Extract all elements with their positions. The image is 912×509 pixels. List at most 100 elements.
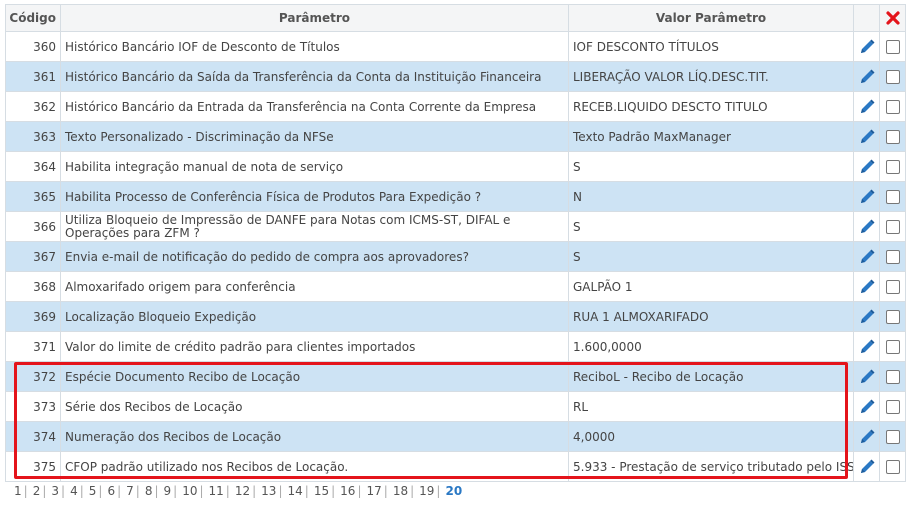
- cell-value: N: [568, 181, 854, 212]
- row-checkbox[interactable]: [885, 159, 900, 174]
- pencil-icon[interactable]: [858, 458, 876, 476]
- cell-edit: [853, 211, 880, 242]
- pencil-icon[interactable]: [858, 308, 876, 326]
- row-checkbox[interactable]: [885, 249, 900, 264]
- column-header-value[interactable]: Valor Parâmetro: [568, 4, 854, 32]
- page-link[interactable]: 15: [314, 484, 329, 498]
- parameters-grid: Código Parâmetro Valor Parâmetro 360 Hist…: [5, 4, 906, 482]
- pencil-icon[interactable]: [858, 218, 876, 236]
- page-link[interactable]: 10: [182, 484, 197, 498]
- page-link[interactable]: 14: [288, 484, 303, 498]
- page-separator: |: [410, 484, 415, 498]
- cell-code: 362: [5, 91, 61, 122]
- table-row[interactable]: 360 Histórico Bancário IOF de Desconto de…: [5, 31, 906, 62]
- cell-code: 375: [5, 451, 61, 482]
- row-checkbox[interactable]: [885, 189, 900, 204]
- column-header-param[interactable]: Parâmetro: [60, 4, 569, 32]
- page-link[interactable]: 20: [445, 484, 462, 498]
- page-link[interactable]: 11: [209, 484, 224, 498]
- cell-value: 1.600,0000: [568, 331, 854, 362]
- pencil-icon[interactable]: [858, 128, 876, 146]
- page-link[interactable]: 4: [70, 484, 78, 498]
- cell-select: [879, 391, 906, 422]
- pencil-icon[interactable]: [858, 248, 876, 266]
- page-link[interactable]: 3: [51, 484, 59, 498]
- pencil-icon[interactable]: [858, 398, 876, 416]
- pencil-icon[interactable]: [858, 98, 876, 116]
- column-header-code[interactable]: Código: [5, 4, 61, 32]
- page-link[interactable]: 13: [261, 484, 276, 498]
- pencil-icon[interactable]: [858, 368, 876, 386]
- table-row[interactable]: 362 Histórico Bancário da Entrada da Tran…: [5, 91, 906, 122]
- table-row[interactable]: 368 Almoxarifado origem para conferência G…: [5, 271, 906, 302]
- page-separator: |: [173, 484, 178, 498]
- page-separator: |: [436, 484, 441, 498]
- page-separator: |: [278, 484, 283, 498]
- row-checkbox[interactable]: [885, 99, 900, 114]
- table-row[interactable]: 364 Habilita integração manual de nota de…: [5, 151, 906, 182]
- cell-value: S: [568, 151, 854, 182]
- pencil-icon[interactable]: [858, 68, 876, 86]
- row-checkbox[interactable]: [885, 279, 900, 294]
- cell-code: 374: [5, 421, 61, 452]
- cell-value: LIBERAÇÃO VALOR LÍQ.DESC.TIT.: [568, 61, 854, 92]
- row-checkbox[interactable]: [885, 129, 900, 144]
- page-separator: |: [23, 484, 28, 498]
- cell-code: 360: [5, 31, 61, 62]
- cell-edit: [853, 391, 880, 422]
- table-row[interactable]: 371 Valor do limite de crédito padrão par…: [5, 331, 906, 362]
- cell-code: 361: [5, 61, 61, 92]
- table-row[interactable]: 369 Localização Bloqueio Expedição RUA 1 A…: [5, 301, 906, 332]
- table-row[interactable]: 372 Espécie Documento Recibo de Locação Re…: [5, 361, 906, 392]
- cell-edit: [853, 181, 880, 212]
- row-checkbox[interactable]: [885, 399, 900, 414]
- page-link[interactable]: 12: [235, 484, 250, 498]
- row-checkbox[interactable]: [885, 219, 900, 234]
- cell-value: ReciboL - Recibo de Locação: [568, 361, 854, 392]
- cell-value: RUA 1 ALMOXARIFADO: [568, 301, 854, 332]
- cell-select: [879, 31, 906, 62]
- row-checkbox[interactable]: [885, 339, 900, 354]
- cell-edit: [853, 301, 880, 332]
- cell-select: [879, 421, 906, 452]
- page-link[interactable]: 9: [164, 484, 172, 498]
- cell-value: RL: [568, 391, 854, 422]
- page-link[interactable]: 19: [419, 484, 434, 498]
- table-row[interactable]: 361 Histórico Bancário da Saída da Transf…: [5, 61, 906, 92]
- page-link[interactable]: 1: [14, 484, 22, 498]
- page-link[interactable]: 7: [126, 484, 134, 498]
- cell-select: [879, 451, 906, 482]
- page-link[interactable]: 17: [366, 484, 381, 498]
- table-row[interactable]: 374 Numeração dos Recibos de Locação 4,000…: [5, 421, 906, 452]
- pencil-icon[interactable]: [858, 428, 876, 446]
- table-row[interactable]: 375 CFOP padrão utilizado nos Recibos de …: [5, 451, 906, 482]
- table-row[interactable]: 367 Envia e-mail de notificação do pedido…: [5, 241, 906, 272]
- row-checkbox[interactable]: [885, 309, 900, 324]
- page-link[interactable]: 16: [340, 484, 355, 498]
- page-link[interactable]: 6: [107, 484, 115, 498]
- cell-code: 364: [5, 151, 61, 182]
- table-row[interactable]: 373 Série dos Recibos de Locação RL: [5, 391, 906, 422]
- page-separator: |: [154, 484, 159, 498]
- page-link[interactable]: 18: [393, 484, 408, 498]
- table-row[interactable]: 365 Habilita Processo de Conferência Físi…: [5, 181, 906, 212]
- cell-select: [879, 91, 906, 122]
- row-checkbox[interactable]: [885, 459, 900, 474]
- pencil-icon[interactable]: [858, 338, 876, 356]
- pencil-icon[interactable]: [858, 188, 876, 206]
- red-x-icon[interactable]: [885, 10, 901, 26]
- pencil-icon[interactable]: [858, 38, 876, 56]
- pencil-icon[interactable]: [858, 158, 876, 176]
- table-row[interactable]: 366 Utiliza Bloqueio de Impressão de DANF…: [5, 211, 906, 242]
- row-checkbox[interactable]: [885, 429, 900, 444]
- page-separator: |: [42, 484, 47, 498]
- row-checkbox[interactable]: [885, 369, 900, 384]
- table-row[interactable]: 363 Texto Personalizado - Discriminação d…: [5, 121, 906, 152]
- pencil-icon[interactable]: [858, 278, 876, 296]
- page-separator: |: [117, 484, 122, 498]
- cell-parameter: Utiliza Bloqueio de Impressão de DANFE p…: [60, 211, 569, 242]
- cell-parameter: Almoxarifado origem para conferência: [60, 271, 569, 302]
- row-checkbox[interactable]: [885, 39, 900, 54]
- cell-edit: [853, 151, 880, 182]
- row-checkbox[interactable]: [885, 69, 900, 84]
